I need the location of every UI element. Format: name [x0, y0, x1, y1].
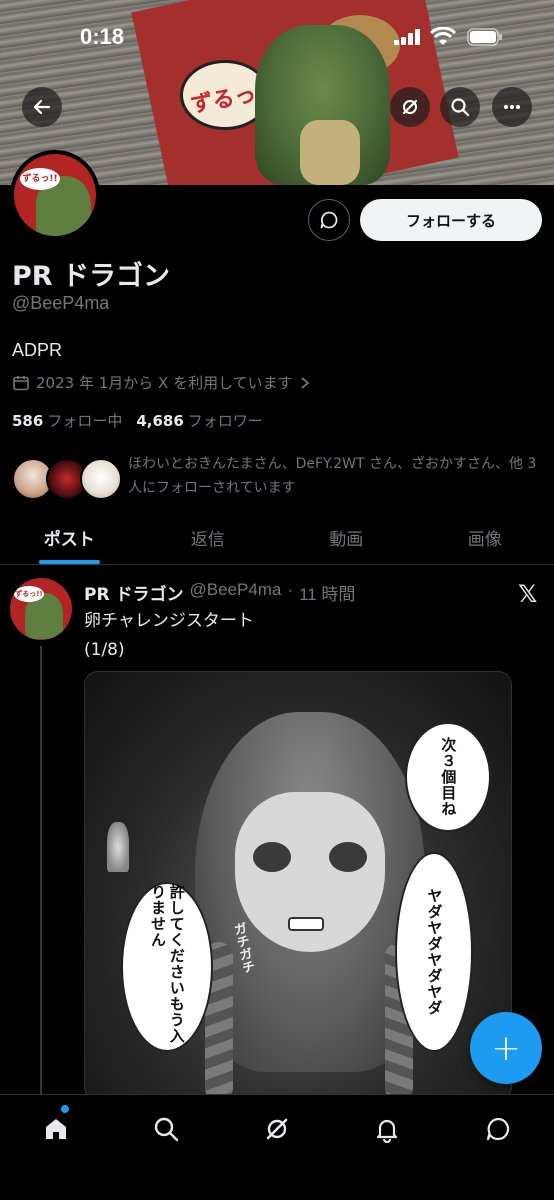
- follower-avatar-3: [80, 458, 122, 500]
- followed-by[interactable]: ほわいとおきんたまさん、DeFY.2WT さん、ざおかすさん、他 3 人にフォロ…: [12, 452, 542, 502]
- nav-explore[interactable]: [146, 1109, 186, 1149]
- image-eye-left: [253, 842, 291, 872]
- followed-by-text: ほわいとおきんたまさん、DeFY.2WT さん、ざおかすさん、他 3 人にフォロ…: [128, 456, 537, 496]
- post-text-line-1: 卵チャレンジスタート: [84, 611, 254, 631]
- post-header: PR ドラゴン @BeeP4ma · 11 時間: [84, 580, 355, 605]
- post-author-name[interactable]: PR ドラゴン: [84, 580, 183, 605]
- display-name: PR ドラゴン: [12, 261, 170, 292]
- message-icon: [320, 211, 338, 229]
- image-lamp: [107, 822, 129, 872]
- joined-text: 2023 年 1月から X を利用しています: [36, 374, 293, 392]
- profile-avatar[interactable]: ずるっ!!: [10, 150, 100, 240]
- joined-date[interactable]: 2023 年 1月から X を利用しています: [12, 372, 311, 393]
- back-button[interactable]: [22, 87, 62, 127]
- avatar-bubble: ずるっ!!: [20, 168, 60, 190]
- grok-icon: [266, 1118, 288, 1140]
- following-count: 586: [12, 412, 44, 430]
- post-separator: ·: [287, 580, 294, 599]
- compose-button[interactable]: +: [470, 1012, 542, 1084]
- image-mouth: [288, 917, 324, 931]
- post-text-line-2: (1/8): [84, 640, 125, 660]
- tab-videos[interactable]: 動画: [277, 513, 416, 564]
- search-button[interactable]: [440, 87, 480, 127]
- following-link[interactable]: 586 フォロー中: [12, 410, 122, 431]
- message-button[interactable]: [308, 199, 350, 241]
- wifi-icon: [430, 27, 456, 45]
- status-time: 0:18: [80, 24, 125, 49]
- x-logo-icon[interactable]: 𝕏: [518, 580, 537, 608]
- post-text: 卵チャレンジスタート (1/8): [84, 607, 254, 665]
- home-notification-dot: [61, 1105, 69, 1113]
- profile-tabs: ポスト 返信 動画 画像: [0, 513, 554, 565]
- speech-bubble-1: 次３個目ね: [405, 722, 491, 832]
- grok-icon: [402, 99, 418, 115]
- bottom-nav: [0, 1094, 554, 1200]
- profile-bio: ADPR: [12, 340, 63, 360]
- more-button[interactable]: [492, 87, 532, 127]
- tab-posts[interactable]: ポスト: [0, 513, 139, 564]
- nav-messages[interactable]: [478, 1109, 518, 1149]
- post-avatar[interactable]: ずるっ!!: [10, 578, 72, 640]
- status-bar: 0:18: [0, 0, 554, 70]
- follow-button[interactable]: フォローする: [360, 199, 542, 241]
- profile-handle: @BeeP4ma: [12, 293, 110, 313]
- image-eye-right: [329, 842, 367, 872]
- tab-replies[interactable]: 返信: [139, 513, 278, 564]
- follow-stats: 586 フォロー中 4,686 フォロワー: [12, 410, 263, 431]
- speech-bubble-3: 許してくださいもう入りません: [121, 882, 213, 1052]
- post-avatar-bubble: ずるっ!!: [14, 586, 44, 602]
- nav-home[interactable]: [36, 1109, 76, 1149]
- explore-icon: [154, 1117, 179, 1142]
- post-author-handle[interactable]: @BeeP4ma: [189, 580, 281, 605]
- more-icon: [504, 105, 520, 109]
- following-label: フォロー中: [47, 412, 123, 430]
- speech-bubble-2: ヤダヤダヤダヤダ: [395, 852, 473, 1052]
- post-time[interactable]: 11 時間: [299, 580, 355, 605]
- post-image[interactable]: 次３個目ね ヤダヤダヤダヤダ 許してくださいもう入りません ガチガチ: [84, 671, 512, 1101]
- search-icon: [451, 98, 470, 117]
- followers-count: 4,686: [136, 412, 184, 430]
- followers-label: フォロワー: [187, 412, 263, 430]
- home-icon: [46, 1119, 66, 1139]
- followers-link[interactable]: 4,686 フォロワー: [136, 410, 262, 431]
- messages-icon: [486, 1117, 510, 1141]
- signal-icon: [394, 29, 420, 45]
- notifications-icon: [376, 1119, 398, 1143]
- grok-button[interactable]: [390, 87, 430, 127]
- battery-icon: [467, 28, 502, 46]
- thread-line: [40, 646, 42, 1096]
- tab-images[interactable]: 画像: [416, 513, 554, 564]
- chevron-right-icon: [301, 376, 310, 389]
- nav-notifications[interactable]: [367, 1109, 407, 1149]
- banner-dragon-belly: [300, 120, 360, 185]
- nav-grok[interactable]: [257, 1109, 297, 1149]
- back-arrow-icon: [33, 99, 51, 115]
- calendar-icon: [13, 375, 29, 390]
